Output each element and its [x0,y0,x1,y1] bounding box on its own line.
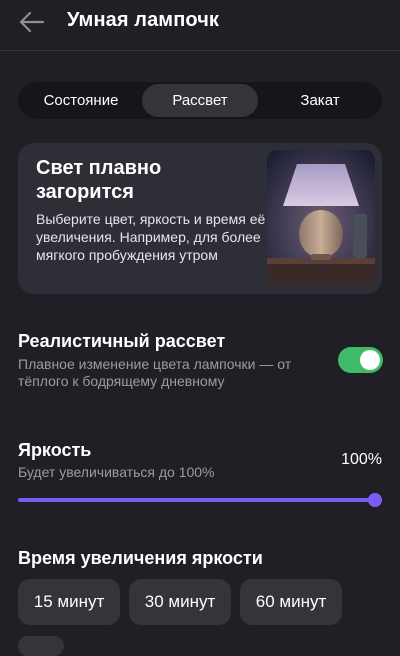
slider-fill [18,498,382,502]
toggle-knob [360,350,380,370]
duration-title: Время увеличения яркости [18,548,263,568]
realistic-sunrise-description: Плавное изменение цвета лампочки — от тё… [18,356,292,389]
realistic-sunrise-title: Реалистичный рассвет [18,331,226,351]
app-header: Умная лампочк [0,0,400,51]
mode-tabs: Состояние Рассвет Закат [18,82,382,119]
duration-option-more[interactable] [18,636,64,656]
duration-option-60[interactable]: 60 минут [240,579,342,625]
duration-option-30[interactable]: 30 минут [129,579,231,625]
page-title: Умная лампочк [67,9,220,31]
brightness-description: Будет увеличиваться до 100% [18,464,215,480]
brightness-slider[interactable] [18,491,382,509]
tab-sunset[interactable]: Закат [262,84,378,117]
brightness-value: 100% [341,451,382,468]
back-button[interactable] [18,8,46,36]
tab-sunrise[interactable]: Рассвет [142,84,258,117]
realistic-sunrise-toggle[interactable] [338,347,383,373]
info-card-title: Свет плавно загорится [36,157,162,203]
info-card-description: Выберите цвет, яркость и время её увелич… [36,211,266,263]
table-lamp-illustration [267,150,375,286]
slider-thumb[interactable] [368,493,382,507]
info-card: Свет плавно загорится Выберите цвет, ярк… [18,143,382,294]
arrow-left-icon [19,11,45,33]
duration-option-15[interactable]: 15 минут [18,579,120,625]
brightness-title: Яркость [18,440,92,460]
tab-state[interactable]: Состояние [22,84,140,117]
